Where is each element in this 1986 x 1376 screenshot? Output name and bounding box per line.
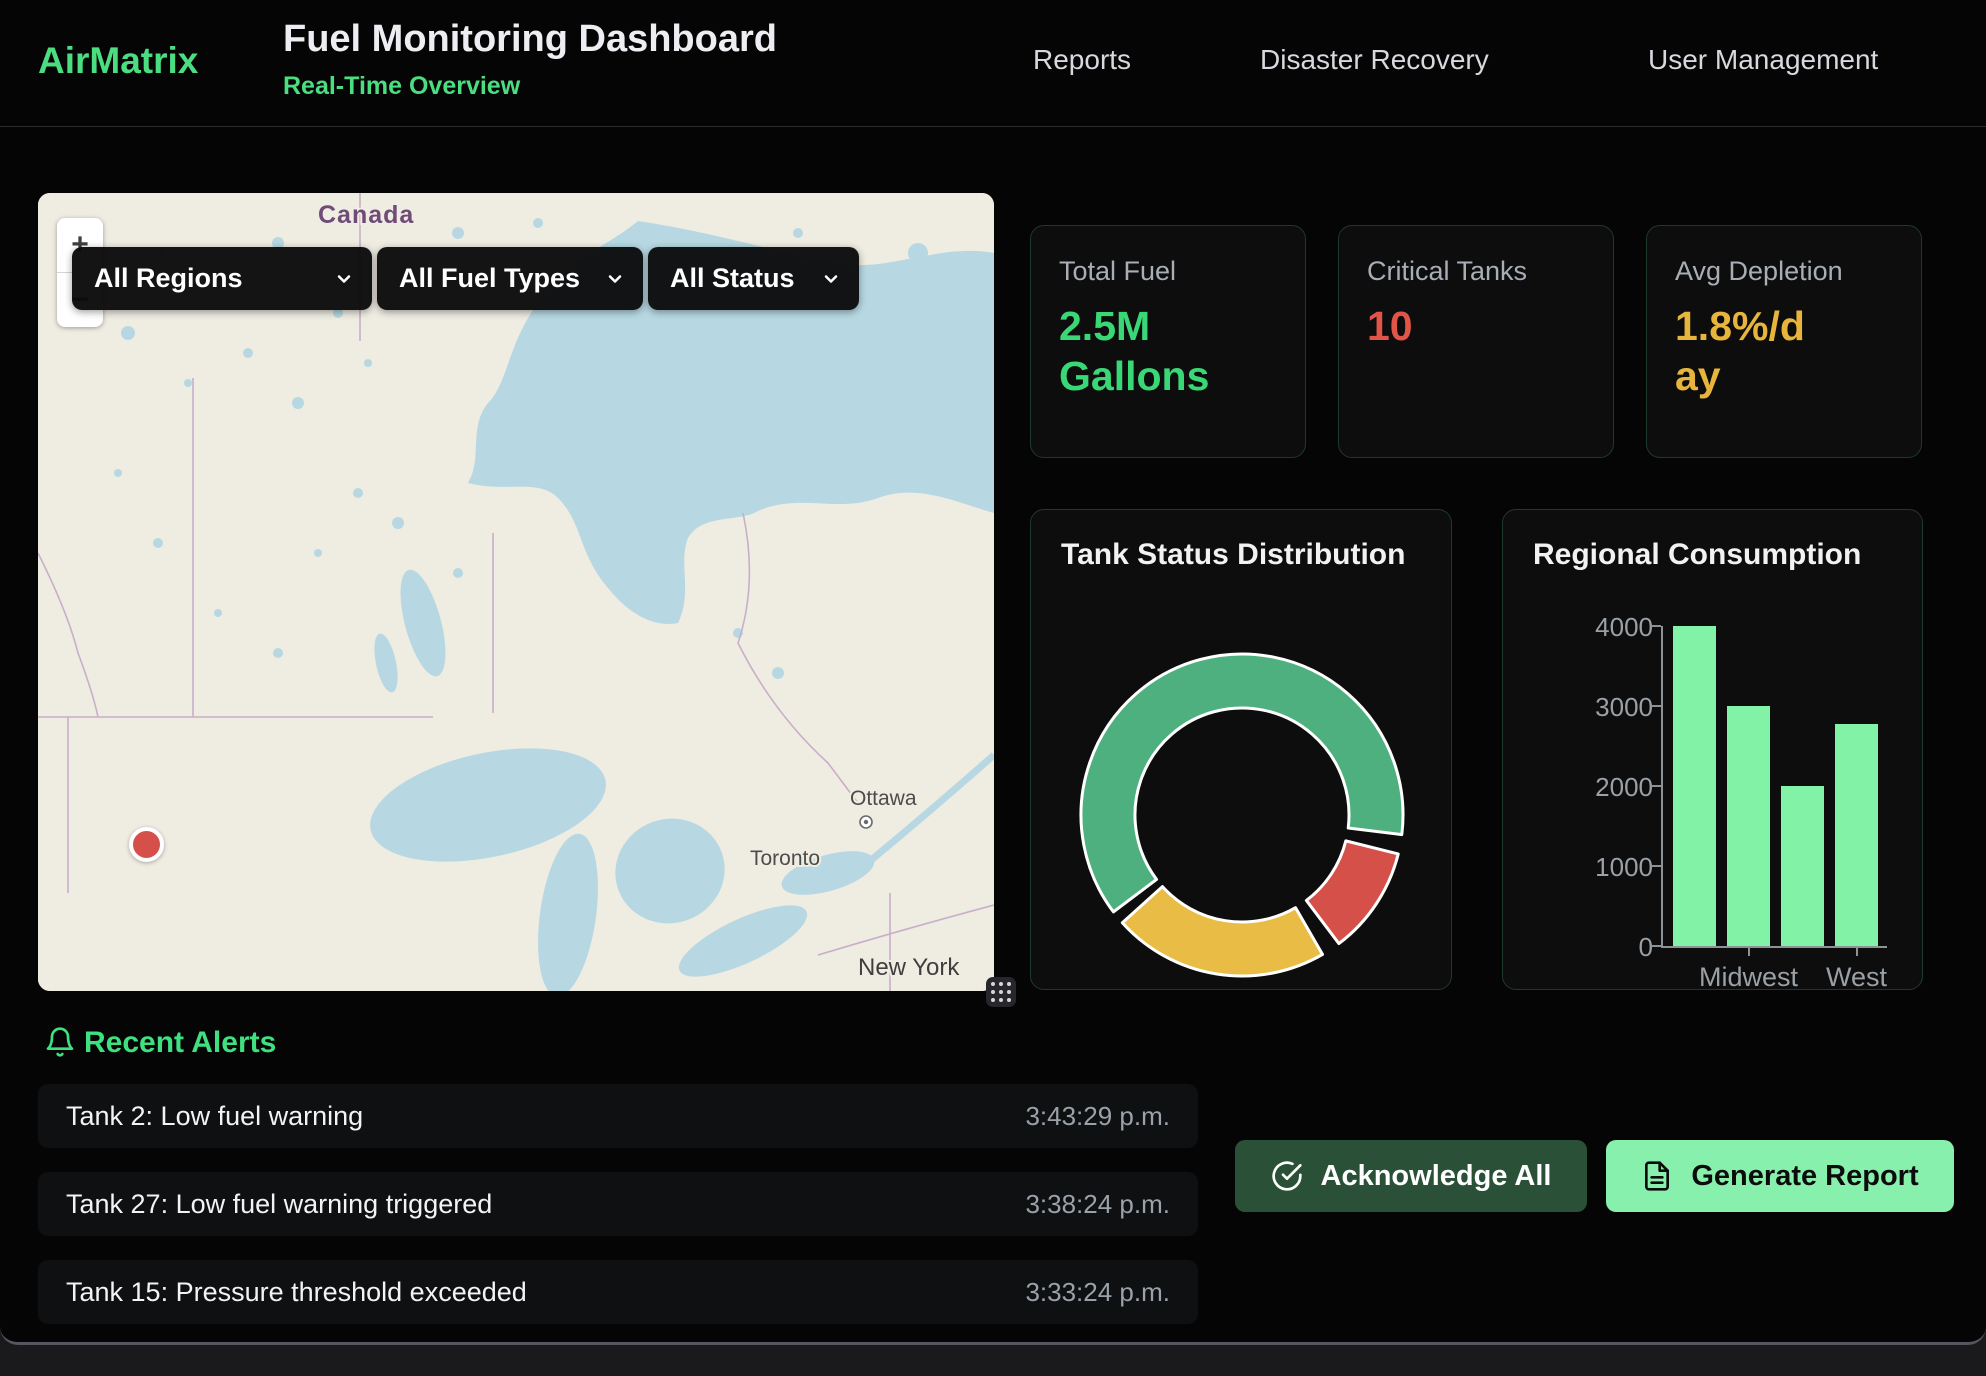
generate-report-label: Generate Report xyxy=(1691,1160,1918,1193)
header: AirMatrix Fuel Monitoring Dashboard Real… xyxy=(0,0,1986,127)
stat-value-critical-tanks: 10 xyxy=(1367,301,1585,351)
y-axis-tick-label: 2000 xyxy=(1569,772,1653,803)
tank-marker-critical[interactable] xyxy=(129,827,164,862)
check-circle-icon xyxy=(1271,1160,1303,1192)
stat-label: Avg Depletion xyxy=(1675,256,1893,287)
bar-region-3 xyxy=(1781,786,1824,946)
map-label-new-york: New York xyxy=(858,954,960,981)
stat-value-total-fuel: 2.5M Gallons xyxy=(1059,301,1259,401)
file-text-icon xyxy=(1641,1160,1673,1192)
stat-card-avg-depletion: Avg Depletion 1.8%/day xyxy=(1646,225,1922,458)
stat-value-avg-depletion: 1.8%/day xyxy=(1675,301,1815,401)
fuel-type-filter-value: All Fuel Types xyxy=(399,263,580,294)
map-canvas: Canada Ottawa Toronto New York xyxy=(38,193,994,991)
map[interactable]: Canada Ottawa Toronto New York + − All R… xyxy=(38,193,994,991)
bar-region-1 xyxy=(1673,626,1716,946)
alert-text: Tank 27: Low fuel warning triggered xyxy=(66,1189,492,1220)
page-title: Fuel Monitoring Dashboard xyxy=(283,18,777,61)
nav-reports[interactable]: Reports xyxy=(1033,44,1131,76)
page-subtitle: Real-Time Overview xyxy=(283,72,520,101)
status-filter-value: All Status xyxy=(670,263,795,294)
region-filter-value: All Regions xyxy=(94,263,243,294)
chevron-down-icon xyxy=(821,269,841,289)
alerts-heading: Recent Alerts xyxy=(84,1026,276,1060)
chart-title: Regional Consumption xyxy=(1533,538,1861,572)
bell-icon xyxy=(44,1026,76,1058)
y-axis-tick xyxy=(1651,785,1661,787)
x-axis-tick xyxy=(1856,946,1858,956)
map-label-canada: Canada xyxy=(318,201,414,229)
alert-text: Tank 15: Pressure threshold exceeded xyxy=(66,1277,527,1308)
region-filter-select[interactable]: All Regions xyxy=(72,247,372,310)
y-axis-tick-label: 4000 xyxy=(1569,612,1653,643)
stat-label: Total Fuel xyxy=(1059,256,1277,287)
donut-segment-warning xyxy=(1122,887,1322,976)
bar-Midwest xyxy=(1727,706,1770,946)
stat-card-critical-tanks: Critical Tanks 10 xyxy=(1338,225,1614,458)
nav-disaster-recovery[interactable]: Disaster Recovery xyxy=(1260,44,1489,76)
bar-West xyxy=(1835,724,1878,946)
y-axis-tick xyxy=(1651,945,1661,947)
regional-consumption-chart-card: Regional Consumption 01000200030004000Mi… xyxy=(1502,509,1923,990)
tank-status-chart-card: Tank Status Distribution xyxy=(1030,509,1452,990)
alert-row[interactable]: Tank 27: Low fuel warning triggered 3:38… xyxy=(38,1172,1198,1236)
alert-text: Tank 2: Low fuel warning xyxy=(66,1101,363,1132)
fuel-type-filter-select[interactable]: All Fuel Types xyxy=(377,247,643,310)
y-axis-tick-label: 3000 xyxy=(1569,692,1653,723)
y-axis-tick-label: 0 xyxy=(1569,932,1653,963)
alert-time: 3:38:24 p.m. xyxy=(1025,1189,1170,1220)
stat-label: Critical Tanks xyxy=(1367,256,1585,287)
y-axis-tick xyxy=(1651,865,1661,867)
map-label-ottawa: Ottawa xyxy=(850,787,917,810)
regional-consumption-bar-chart: 01000200030004000MidwestWest xyxy=(1661,626,1887,948)
stat-card-total-fuel: Total Fuel 2.5M Gallons xyxy=(1030,225,1306,458)
alert-time: 3:33:24 p.m. xyxy=(1025,1277,1170,1308)
y-axis-tick-label: 1000 xyxy=(1569,852,1653,883)
acknowledge-all-button[interactable]: Acknowledge All xyxy=(1235,1140,1587,1212)
tank-status-donut-chart xyxy=(1031,510,1453,989)
x-axis-tick xyxy=(1748,946,1750,956)
generate-report-button[interactable]: Generate Report xyxy=(1606,1140,1954,1212)
map-resize-handle[interactable] xyxy=(986,977,1016,1007)
dashboard-panel: AirMatrix Fuel Monitoring Dashboard Real… xyxy=(0,0,1986,1345)
alert-row[interactable]: Tank 15: Pressure threshold exceeded 3:3… xyxy=(38,1260,1198,1324)
ottawa-town-marker xyxy=(860,816,872,828)
nav-user-management[interactable]: User Management xyxy=(1648,44,1878,76)
brand-logo: AirMatrix xyxy=(38,40,198,82)
alert-row[interactable]: Tank 2: Low fuel warning 3:43:29 p.m. xyxy=(38,1084,1198,1148)
y-axis-tick xyxy=(1651,705,1661,707)
chevron-down-icon xyxy=(334,269,354,289)
chart-title: Tank Status Distribution xyxy=(1061,538,1405,572)
map-label-toronto: Toronto xyxy=(750,847,820,870)
status-filter-select[interactable]: All Status xyxy=(648,247,859,310)
alert-time: 3:43:29 p.m. xyxy=(1025,1101,1170,1132)
x-axis-tick-label: West xyxy=(1787,962,1927,993)
chevron-down-icon xyxy=(605,269,625,289)
y-axis-tick xyxy=(1651,625,1661,627)
donut-segment-critical xyxy=(1306,841,1398,944)
acknowledge-all-label: Acknowledge All xyxy=(1321,1160,1552,1193)
